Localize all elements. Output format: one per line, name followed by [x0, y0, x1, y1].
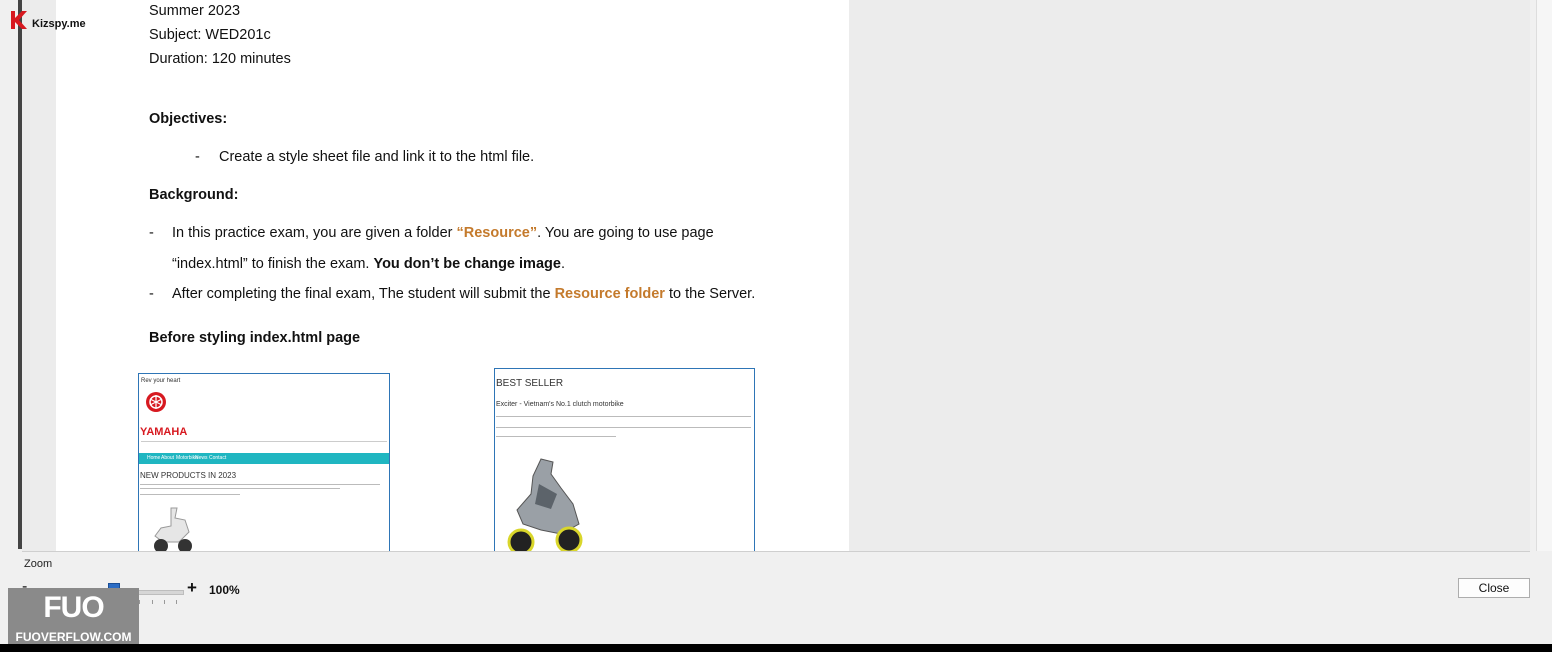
- before-screenshot-home: Rev your heart YAMAHA Home About Motorbi…: [138, 373, 390, 551]
- viewer-window: Summer 2023 Subject: WED201c Duration: 1…: [0, 0, 1552, 644]
- vertical-scrollbar[interactable]: [1536, 0, 1552, 551]
- close-button[interactable]: Close: [1458, 578, 1530, 598]
- nav-item-contact: Contact: [209, 455, 227, 461]
- scooter-image: [154, 507, 192, 551]
- background-heading: Background:: [149, 187, 239, 203]
- document-viewer[interactable]: Summer 2023 Subject: WED201c Duration: 1…: [22, 0, 1552, 552]
- kizspy-brand: Kizspy.me: [32, 18, 86, 30]
- duration-text: Duration: 120 minutes: [149, 51, 291, 67]
- before-styling-heading: Before styling index.html page: [149, 330, 361, 346]
- fuo-logo: FUO: [43, 591, 104, 624]
- background-paragraph-1: In this practice exam, you are given a f…: [172, 225, 714, 241]
- objectives-heading: Objectives:: [149, 111, 228, 127]
- nav-item-news: News: [195, 455, 208, 461]
- yamaha-brand-text: YAMAHA: [140, 426, 188, 438]
- motorbike-image: [507, 458, 583, 551]
- new-products-title: NEW PRODUCTS IN 2023: [140, 471, 237, 480]
- resource-highlight: “Resource”: [456, 225, 538, 241]
- subject-text: Subject: WED201c: [149, 27, 271, 43]
- nav-item-home: Home: [147, 455, 161, 461]
- tagline-text: Rev your heart: [141, 378, 181, 384]
- best-seller-title: BEST SELLER: [496, 378, 564, 389]
- objective-bullet: -: [195, 149, 200, 165]
- zoom-value: 100%: [209, 583, 240, 597]
- before-screenshot-bestseller: BEST SELLER Exciter - Vietnam's No.1 clu…: [494, 368, 755, 551]
- kizspy-logo-icon: [11, 11, 27, 29]
- bg-bullet-2: -: [149, 286, 154, 302]
- resource-folder-highlight: Resource folder: [554, 286, 665, 302]
- bottom-bar: [0, 644, 1552, 652]
- term-text: Summer 2023: [149, 3, 241, 19]
- nav-item-about: About: [161, 455, 175, 461]
- background-paragraph-1-cont: “index.html” to finish the exam. You don…: [172, 256, 565, 272]
- search-bar-line: [141, 441, 387, 442]
- yamaha-logo-icon: [146, 392, 166, 412]
- objective-1-text: Create a style sheet file and link it to…: [219, 149, 535, 165]
- fuoverflow-watermark: FUO FUOVERFLOW.COM: [8, 588, 139, 644]
- zoom-in-button[interactable]: +: [187, 578, 197, 598]
- document-page: Summer 2023 Subject: WED201c Duration: 1…: [56, 0, 849, 551]
- zoom-label: Zoom: [24, 558, 53, 570]
- bg-bullet-1: -: [149, 225, 154, 241]
- fuo-site-text: FUOVERFLOW.COM: [15, 630, 132, 644]
- best-seller-subtitle: Exciter - Vietnam's No.1 clutch motorbik…: [496, 401, 624, 408]
- nav-bar: Home About Motorbike News Contact: [139, 453, 389, 464]
- background-paragraph-2: After completing the final exam, The stu…: [172, 286, 756, 302]
